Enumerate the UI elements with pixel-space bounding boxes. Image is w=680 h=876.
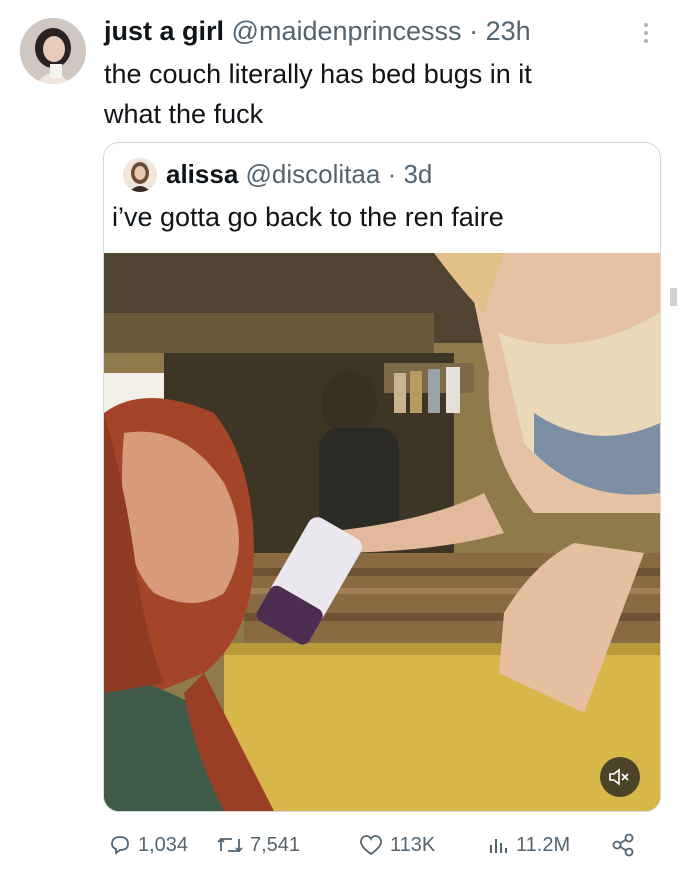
scrollbar-thumb[interactable]	[670, 288, 677, 306]
quoted-author-avatar	[123, 158, 157, 192]
retweet-button[interactable]: 7,541	[216, 820, 300, 870]
quoted-tweet-timestamp: · 3d	[387, 159, 433, 189]
video-player[interactable]	[104, 253, 660, 811]
quoted-tweet-text: i’ve gotta go back to the ren faire	[112, 202, 504, 232]
reply-button[interactable]: 1,034	[108, 820, 188, 870]
tweet-action-bar: 1,034 7,541 113K 11.2M	[0, 820, 680, 870]
author-avatar[interactable]	[20, 18, 86, 84]
views-button[interactable]: 11.2M	[486, 820, 570, 870]
quoted-tweet-header: alissa @discolitaa · 3d	[166, 156, 432, 192]
views-bar-chart-icon	[490, 839, 507, 853]
video-frame	[104, 253, 660, 811]
view-count: 11.2M	[516, 833, 571, 856]
tweet-header: just a girl @maidenprincesss · 23h	[104, 13, 624, 49]
heart-icon	[360, 835, 382, 856]
tweet-timestamp[interactable]: · 23h	[469, 16, 531, 46]
share-button[interactable]	[610, 820, 636, 870]
share-icon	[612, 833, 634, 857]
retweet-icon	[217, 837, 243, 853]
avatar-image	[20, 18, 86, 84]
quoted-author-handle: @discolitaa	[245, 159, 381, 189]
tweet-text-line: what the fuck	[104, 99, 264, 129]
more-options-icon[interactable]	[636, 18, 656, 48]
like-count: 113K	[390, 833, 436, 856]
quoted-avatar-image	[123, 158, 157, 192]
reply-count: 1,034	[138, 833, 189, 856]
retweet-count: 7,541	[250, 833, 301, 856]
author-display-name[interactable]: just a girl	[104, 16, 224, 46]
quoted-tweet[interactable]: alissa @discolitaa · 3d i’ve gotta go ba…	[103, 142, 661, 812]
quoted-author-display-name: alissa	[166, 159, 239, 189]
mute-toggle-button[interactable]	[600, 757, 640, 797]
reply-icon	[111, 836, 129, 855]
tweet-text: the couch literally has bed bugs in it w…	[104, 54, 644, 134]
tweet-text-line: the couch literally has bed bugs in it	[104, 59, 532, 89]
author-handle[interactable]: @maidenprincesss	[232, 16, 462, 46]
like-button[interactable]: 113K	[358, 820, 435, 870]
volume-muted-icon	[609, 768, 629, 786]
